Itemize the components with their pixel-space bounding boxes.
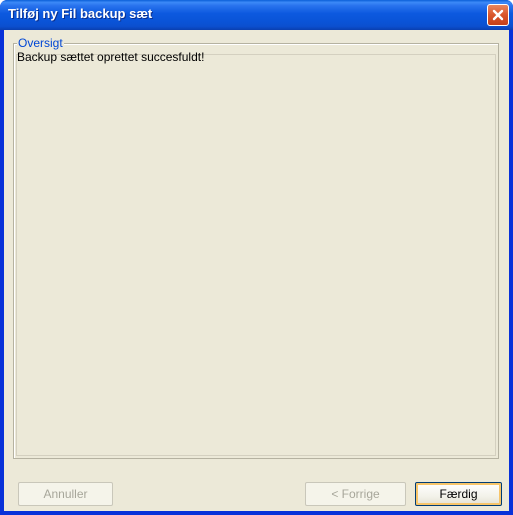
overview-groupbox: Oversigt	[13, 36, 499, 459]
groupbox-content	[16, 54, 496, 456]
cancel-button[interactable]: Annuller	[18, 482, 113, 506]
success-message: Backup sættet oprettet succesfuldt!	[17, 50, 205, 64]
finish-button[interactable]: Færdig	[415, 482, 502, 506]
title-bar[interactable]: Tilføj ny Fil backup sæt	[0, 0, 513, 30]
groupbox-legend: Oversigt	[17, 36, 64, 50]
back-button[interactable]: < Forrige	[305, 482, 406, 506]
close-icon	[492, 9, 504, 21]
window-title: Tilføj ny Fil backup sæt	[8, 6, 153, 21]
close-button[interactable]	[487, 4, 509, 26]
